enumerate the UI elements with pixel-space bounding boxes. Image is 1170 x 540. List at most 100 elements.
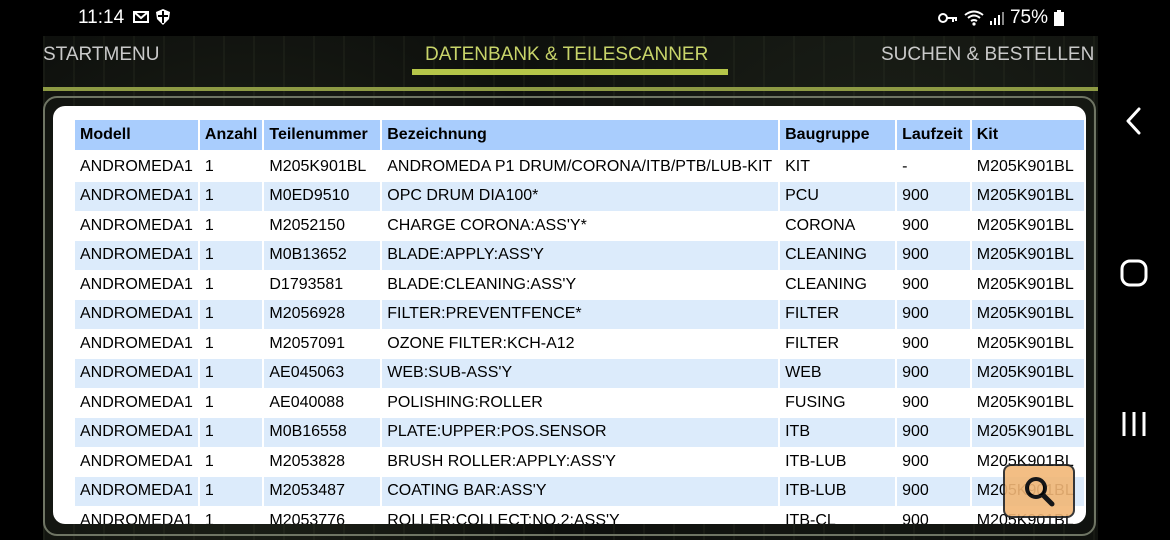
tab-startmenu[interactable]: STARTMENU [43,44,159,66]
shield-icon [156,9,170,25]
back-button[interactable] [1120,105,1148,137]
cell-anzahl: 1 [199,181,263,211]
cell-anzahl: 1 [199,240,263,270]
table-row[interactable]: ANDROMEDA1 1 M205K901BL ANDROMEDA P1 DRUM/C… [75,152,1084,182]
cell-anzahl: 1 [204,452,214,470]
cell-kit: M205K901BL [976,393,1074,411]
cell-teilenummer: D1793581 [269,275,344,293]
cell-modell: ANDROMEDA1 [75,476,198,506]
table-row[interactable]: ANDROMEDA1 1 D1793581 BLADE:CLEANING:ASS'Y C… [75,270,1084,300]
column-header-anzahl[interactable]: Anzahl [199,120,263,152]
cell-modell: ANDROMEDA1 [80,393,193,411]
cell-laufzeit: 900 [897,299,970,329]
cell-bezeichnung: OPC DRUM DIA100* [382,181,779,211]
signal-icon [989,12,1004,25]
tab-suchen-bestellen[interactable]: SUCHEN & BESTELLEN [881,44,1094,66]
cell-laufzeit: 900 [902,216,929,234]
cell-bezeichnung: BLADE:CLEANING:ASS'Y [387,275,577,293]
recents-button[interactable] [1120,408,1148,440]
cell-bezeichnung: BLADE:APPLY:ASS'Y [382,240,779,270]
cell-laufzeit: 900 [902,334,929,352]
cell-modell: ANDROMEDA1 [80,157,193,175]
cell-kit: M205K901BL [976,157,1074,175]
cell-modell: ANDROMEDA1 [75,358,198,388]
cell-laufzeit: 900 [902,393,929,411]
status-bar: 11:14 75% [0,0,1098,36]
cell-anzahl: 1 [199,358,263,388]
cell-laufzeit: 900 [902,452,929,470]
app-container: STARTMENU DATENBANK & TEILESCANNER SUCHE… [43,36,1098,540]
cell-baugruppe: PCU [780,181,896,211]
column-header-bezeichnung[interactable]: Bezeichnung [382,120,779,152]
parts-table-card[interactable]: Modell Anzahl Teilenummer Bezeichnung Ba… [53,106,1086,524]
home-button[interactable] [1120,257,1148,289]
cell-anzahl: 1 [204,334,214,352]
tab-datenbank-teilescanner[interactable]: DATENBANK & TEILESCANNER [425,44,708,66]
recents-icon [1122,412,1146,436]
cell-baugruppe: FILTER [780,299,896,329]
cell-laufzeit: - [902,157,908,175]
cell-bezeichnung: WEB:SUB-ASS'Y [382,358,779,388]
cell-bezeichnung: ROLLER:COLLECT:NO.2:ASS'Y [387,511,620,524]
table-row[interactable]: ANDROMEDA1 1 M0B13652 BLADE:APPLY:ASS'Y CLEA… [75,240,1084,270]
cell-baugruppe: FUSING [785,393,846,411]
cell-bezeichnung: CHARGE CORONA:ASS'Y* [387,216,587,234]
cell-kit: M205K901BL [971,240,1084,270]
status-time: 11:14 [78,7,125,28]
column-header-baugruppe[interactable]: Baugruppe [780,120,896,152]
table-row[interactable]: ANDROMEDA1 1 M2053828 BRUSH ROLLER:APPLY:AS… [75,447,1084,477]
column-header-modell[interactable]: Modell [75,120,198,152]
column-header-kit[interactable]: Kit [971,120,1084,152]
cell-baugruppe: CLEANING [780,240,896,270]
key-icon [937,13,957,23]
cell-modell: ANDROMEDA1 [80,452,193,470]
table-row[interactable]: ANDROMEDA1 1 M2053776 ROLLER:COLLECT:NO.2:A… [75,506,1084,524]
column-header-teilenummer[interactable]: Teilenummer [264,120,381,152]
cell-baugruppe: ITB-LUB [785,452,847,470]
cell-teilenummer: M2056928 [264,299,381,329]
cell-kit: M205K901BL [976,334,1074,352]
cell-teilenummer: M0B13652 [264,240,381,270]
cell-modell: ANDROMEDA1 [75,417,198,447]
cell-kit: M205K901BL [976,275,1074,293]
active-tab-indicator [412,69,728,75]
cell-laufzeit: 900 [897,240,970,270]
table-row[interactable]: ANDROMEDA1 1 M0ED9510 OPC DRUM DIA100* PCU 90… [75,181,1084,211]
message-icon [133,11,149,23]
search-icon [1025,477,1055,507]
cell-anzahl: 1 [199,417,263,447]
cell-baugruppe: ITB-LUB [780,476,896,506]
table-header-row: Modell Anzahl Teilenummer Bezeichnung Ba… [75,120,1084,152]
cell-modell: ANDROMEDA1 [80,334,193,352]
table-row[interactable]: ANDROMEDA1 1 M2053487 COATING BAR:ASS'Y ITB-… [75,476,1084,506]
cell-anzahl: 1 [204,275,214,293]
cell-anzahl: 1 [199,299,263,329]
column-header-laufzeit[interactable]: Laufzeit [897,120,970,152]
cell-bezeichnung: POLISHING:ROLLER [387,393,543,411]
cell-teilenummer: AE040088 [269,393,345,411]
cell-bezeichnung: BRUSH ROLLER:APPLY:ASS'Y [387,452,616,470]
search-button[interactable] [1003,464,1075,518]
cell-kit: M205K901BL [971,181,1084,211]
cell-modell: ANDROMEDA1 [75,240,198,270]
cell-kit: M205K901BL [971,299,1084,329]
table-row[interactable]: ANDROMEDA1 1 AE045063 WEB:SUB-ASS'Y WEB 900 M2… [75,358,1084,388]
tab-bar-divider [43,87,1098,91]
cell-bezeichnung: FILTER:PREVENTFENCE* [382,299,779,329]
cell-modell: ANDROMEDA1 [80,216,193,234]
cell-teilenummer: M2057091 [269,334,345,352]
table-row[interactable]: ANDROMEDA1 1 M2056928 FILTER:PREVENTFENCE* F… [75,299,1084,329]
table-row[interactable]: ANDROMEDA1 1 M0B16558 PLATE:UPPER:POS.SENSO… [75,417,1084,447]
cell-modell: ANDROMEDA1 [75,181,198,211]
parts-table: Modell Anzahl Teilenummer Bezeichnung Ba… [73,120,1086,524]
battery-percent: 75% [1009,7,1048,28]
table-row[interactable]: ANDROMEDA1 1 M2052150 CHARGE CORONA:ASS'Y* C… [75,211,1084,241]
battery-icon [1054,10,1064,26]
cell-baugruppe: ITB [780,417,896,447]
cell-modell: ANDROMEDA1 [80,275,193,293]
cell-anzahl: 1 [204,216,214,234]
cell-kit: M205K901BL [971,417,1084,447]
table-row[interactable]: ANDROMEDA1 1 M2057091 OZONE FILTER:KCH-A12 F… [75,329,1084,359]
table-row[interactable]: ANDROMEDA1 1 AE040088 POLISHING:ROLLER FUSIN… [75,388,1084,418]
cell-anzahl: 1 [204,393,214,411]
